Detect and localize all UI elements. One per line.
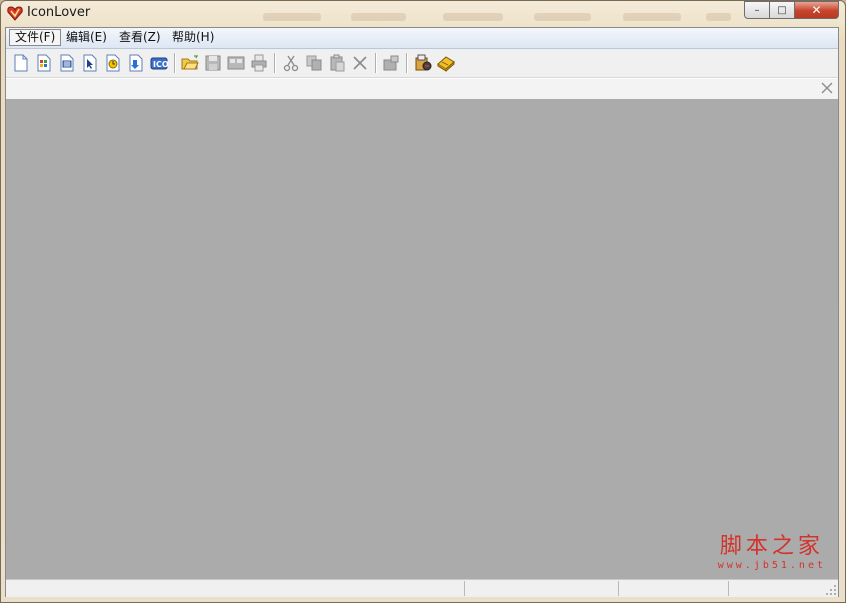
new-document-icon[interactable] [11, 53, 31, 73]
menu-view[interactable]: 查看(Z) [114, 29, 166, 46]
delete-icon[interactable] [350, 53, 370, 73]
help-book-icon[interactable] [436, 53, 456, 73]
new-image-list-icon[interactable] [126, 53, 146, 73]
window-controls: – □ ✕ [744, 1, 839, 19]
close-button[interactable]: ✕ [795, 1, 839, 19]
window-title: IconLover [27, 5, 91, 20]
close-document-icon[interactable] [820, 81, 834, 95]
properties-icon[interactable] [381, 53, 401, 73]
title-bar[interactable]: IconLover – □ ✕ [1, 1, 845, 27]
svg-text:ICO: ICO [153, 60, 169, 69]
menu-bar: 文件(F) 编辑(E) 查看(Z) 帮助(H) [6, 28, 838, 49]
minimize-button[interactable]: – [744, 1, 770, 19]
maximize-button[interactable]: □ [770, 1, 795, 19]
watermark-main-text: 脚本之家 [719, 534, 824, 559]
status-pane-divider [728, 581, 729, 596]
icq-icon[interactable]: ICO [149, 53, 169, 73]
toolbar-separator [375, 53, 377, 73]
iconlover-logo-icon [7, 6, 23, 21]
paste-icon[interactable] [327, 53, 347, 73]
open-folder-icon[interactable] [180, 53, 200, 73]
client-area: 文件(F) 编辑(E) 查看(Z) 帮助(H) ICO 脚本之家 www.jb5… [5, 27, 839, 597]
save-icon[interactable] [203, 53, 223, 73]
status-pane-divider [464, 581, 465, 596]
menu-file[interactable]: 文件(F) [9, 29, 62, 46]
resource-extractor-icon[interactable] [413, 53, 433, 73]
toolbar-separator [174, 53, 176, 73]
new-cursor-icon[interactable] [80, 53, 100, 73]
status-pane-divider [618, 581, 619, 596]
site-watermark: 脚本之家 www.jb51.net [718, 528, 826, 571]
print-icon[interactable] [249, 53, 269, 73]
copy-icon[interactable] [304, 53, 324, 73]
menu-edit[interactable]: 编辑(E) [61, 29, 112, 46]
new-toolbar-image-icon[interactable] [57, 53, 77, 73]
toolbar-separator [406, 53, 408, 73]
mdi-workspace[interactable]: 脚本之家 www.jb51.net [6, 99, 838, 579]
document-tab-bar [6, 78, 838, 100]
app-window: IconLover – □ ✕ 文件(F) 编辑(E) 查看(Z) 帮助(H) [0, 0, 846, 603]
toolbar: ICO [6, 49, 838, 78]
toolbar-separator [274, 53, 276, 73]
status-bar [6, 579, 838, 597]
watermark-url-text: www.jb51.net [717, 560, 826, 571]
new-animated-cursor-icon[interactable] [103, 53, 123, 73]
new-icon-library-icon[interactable] [34, 53, 54, 73]
cut-icon[interactable] [281, 53, 301, 73]
resize-grip-icon[interactable] [825, 584, 837, 596]
menu-help[interactable]: 帮助(H) [167, 29, 219, 46]
save-all-icon[interactable] [226, 53, 246, 73]
